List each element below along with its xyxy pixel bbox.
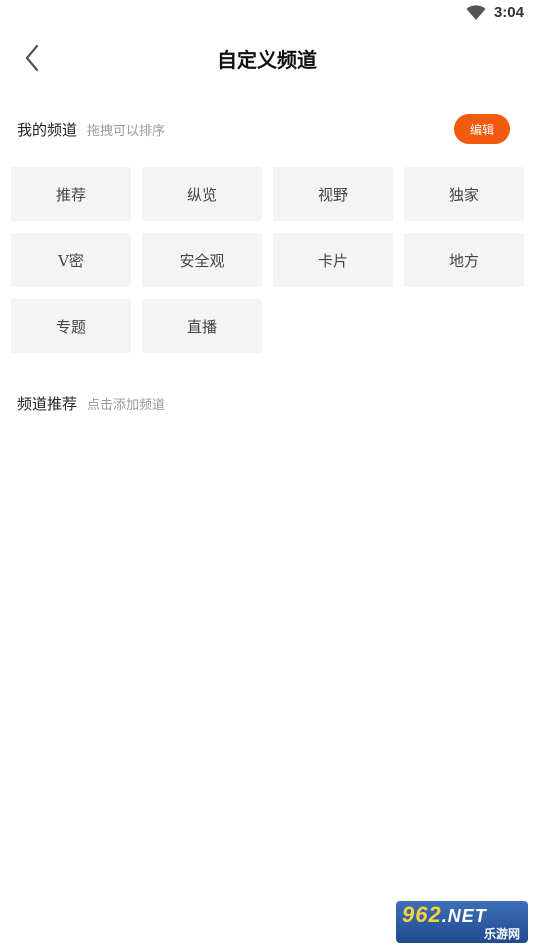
channel-tile-security[interactable]: 安全观 (142, 233, 262, 287)
watermark-brand: 962 (402, 902, 442, 927)
recommended-channels-header: 频道推荐 点击添加频道 (17, 387, 510, 419)
watermark-subtitle: 乐游网 (483, 927, 520, 941)
channel-tile-overview[interactable]: 纵览 (142, 167, 262, 221)
channel-tile-live[interactable]: 直播 (142, 299, 262, 353)
recommended-channels-title: 频道推荐 (17, 394, 78, 413)
status-time: 3:04 (493, 4, 524, 21)
watermark-logo: 962.NET 乐游网 (396, 901, 528, 943)
my-channels-grid: 推荐 纵览 视野 独家 V密 安全观 卡片 地方 专题 直播 (11, 167, 524, 353)
recommended-channels-hint: 点击添加频道 (87, 397, 166, 413)
my-channels-hint: 拖拽可以排序 (87, 123, 166, 139)
title-bar: 自定义频道 (0, 30, 534, 86)
my-channels-header: 我的频道 拖拽可以排序 编辑 (17, 113, 510, 145)
channel-tile-topics[interactable]: 专题 (11, 299, 131, 353)
page-title: 自定义频道 (217, 48, 317, 72)
channel-customize-screen: 3:04 自定义频道 我的频道 拖拽可以排序 编辑 推荐 纵览 视野 独家 V密… (0, 0, 534, 949)
status-bar: 3:04 (0, 0, 534, 28)
watermark-suffix: .NET (441, 906, 487, 926)
channel-tile-cards[interactable]: 卡片 (273, 233, 393, 287)
my-channels-title: 我的频道 (17, 120, 78, 139)
channel-tile-vmi[interactable]: V密 (11, 233, 131, 287)
wifi-icon (466, 5, 486, 20)
channel-tile-local[interactable]: 地方 (404, 233, 524, 287)
channel-tile-exclusive[interactable]: 独家 (404, 167, 524, 221)
channel-tile-recommend[interactable]: 推荐 (11, 167, 131, 221)
channel-tile-vision[interactable]: 视野 (273, 167, 393, 221)
edit-button[interactable]: 编辑 (454, 114, 510, 144)
